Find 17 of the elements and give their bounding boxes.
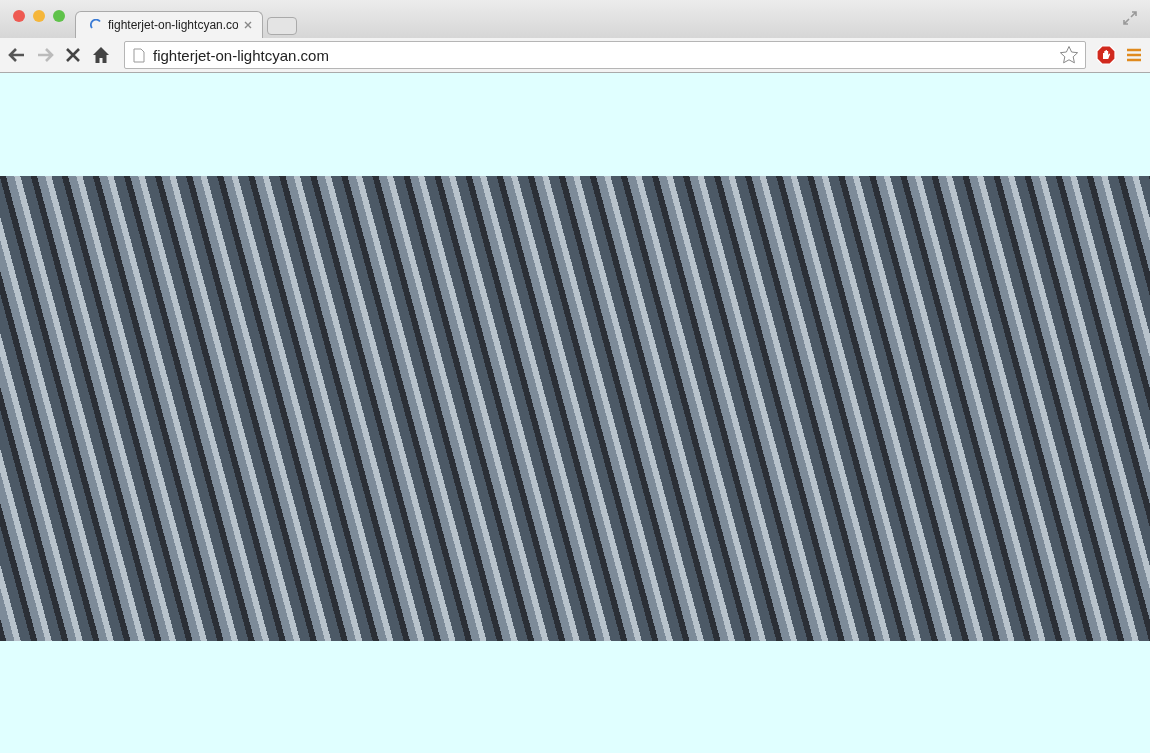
stop-hand-extension-icon[interactable] <box>1096 45 1116 65</box>
page-icon <box>133 47 145 63</box>
bookmark-star-icon[interactable] <box>1059 45 1079 65</box>
close-window-button[interactable] <box>13 10 25 22</box>
zoom-window-button[interactable] <box>53 10 65 22</box>
menu-icon[interactable] <box>1126 47 1142 63</box>
url-text: fighterjet-on-lightcyan.com <box>153 46 330 64</box>
home-icon[interactable] <box>92 46 110 64</box>
loading-spinner-icon <box>90 19 102 31</box>
minimize-window-button[interactable] <box>33 10 45 22</box>
address-bar[interactable]: fighterjet-on-lightcyan.com <box>124 41 1086 69</box>
back-icon[interactable] <box>8 46 26 64</box>
browser-tab[interactable]: fighterjet-on-lightcyan.co <box>75 11 263 38</box>
new-tab-button[interactable] <box>267 17 297 35</box>
fullscreen-icon[interactable] <box>1122 10 1138 26</box>
stop-icon[interactable] <box>64 46 82 64</box>
close-tab-icon[interactable] <box>244 21 252 29</box>
